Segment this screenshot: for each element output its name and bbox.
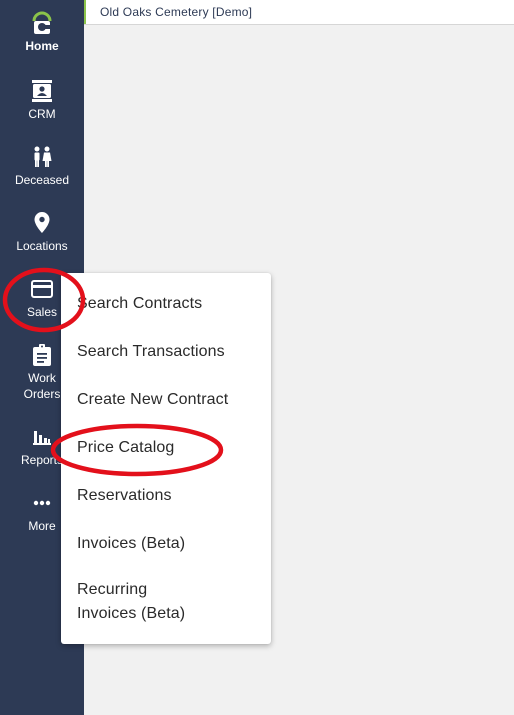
sidebar-item-deceased[interactable]: Deceased xyxy=(0,146,84,188)
menu-item-price-catalog[interactable]: Price Catalog xyxy=(77,436,262,460)
sales-menu: Search Contracts Search Transactions Cre… xyxy=(61,273,271,644)
people-icon xyxy=(31,146,53,168)
menu-item-invoices[interactable]: Invoices (Beta) xyxy=(77,532,262,556)
sidebar-item-label: Home xyxy=(25,39,59,53)
sidebar-item-label: Locations xyxy=(16,239,68,253)
more-dots-icon xyxy=(31,492,53,514)
bar-chart-icon xyxy=(31,426,53,448)
page-title: Old Oaks Cemetery [Demo] xyxy=(100,5,253,19)
menu-item-recurring-invoices[interactable]: Recurring Invoices (Beta) xyxy=(77,578,207,626)
top-bar: Old Oaks Cemetery [Demo] xyxy=(84,0,514,25)
accent-strip xyxy=(84,0,86,24)
sidebar-item-label: Sales xyxy=(26,305,58,319)
sidebar-item-locations[interactable]: Locations xyxy=(0,212,84,254)
menu-item-search-contracts[interactable]: Search Contracts xyxy=(77,292,262,316)
contact-card-icon xyxy=(31,80,53,102)
sidebar-item-label: Deceased xyxy=(14,173,70,187)
sidebar-item-label: Reports xyxy=(20,453,64,467)
clipboard-icon xyxy=(31,344,53,366)
sidebar-item-label: More xyxy=(28,519,56,533)
credit-card-icon xyxy=(31,278,53,300)
sidebar-item-label: CRM xyxy=(28,107,56,121)
map-pin-icon xyxy=(31,212,53,234)
sidebar-item-crm[interactable]: CRM xyxy=(0,80,84,122)
menu-item-reservations[interactable]: Reservations xyxy=(77,484,262,508)
menu-item-create-new-contract[interactable]: Create New Contract xyxy=(77,388,262,412)
logo-icon xyxy=(31,11,53,34)
menu-item-search-transactions[interactable]: Search Transactions xyxy=(77,340,262,364)
sidebar-item-home[interactable]: Home xyxy=(0,11,84,54)
